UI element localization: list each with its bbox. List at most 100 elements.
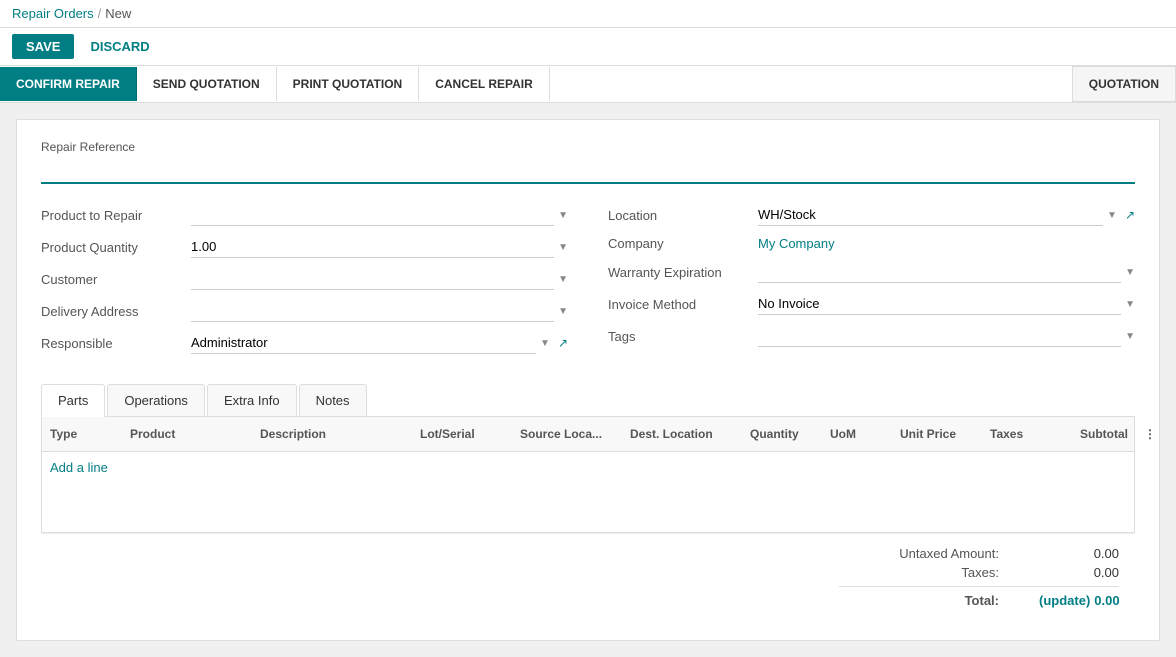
tags-arrow[interactable]: ▼	[1125, 331, 1135, 342]
col-header-taxes: Taxes	[982, 423, 1072, 445]
tags-label: Tags	[608, 329, 758, 344]
untaxed-amount-label: Untaxed Amount:	[839, 546, 999, 561]
invoice-method-input[interactable]	[758, 293, 1121, 315]
responsible-row: Responsible ▼ ↗	[41, 332, 568, 354]
add-line-button[interactable]: Add a line	[42, 452, 116, 483]
tags-field: ▼	[758, 325, 1135, 347]
product-to-repair-input[interactable]	[191, 204, 554, 226]
repair-reference-input[interactable]	[41, 158, 1135, 184]
customer-field: ▼	[191, 268, 568, 290]
table-body: Add a line	[42, 452, 1134, 532]
total-label: Total:	[839, 593, 999, 608]
customer-label: Customer	[41, 272, 191, 287]
product-quantity-row: Product Quantity ▼	[41, 236, 568, 258]
delivery-address-label: Delivery Address	[41, 304, 191, 319]
responsible-input[interactable]	[191, 332, 536, 354]
total-value: (update) 0.00	[1039, 593, 1119, 608]
responsible-external-link[interactable]: ↗	[558, 336, 568, 350]
company-value[interactable]: My Company	[758, 236, 835, 251]
invoice-method-arrow[interactable]: ▼	[1125, 299, 1135, 310]
col-header-lot-serial: Lot/Serial	[412, 423, 512, 445]
col-header-unit-price: Unit Price	[892, 423, 982, 445]
warranty-expiration-input[interactable]	[758, 261, 1121, 283]
confirm-repair-button[interactable]: CONFIRM REPAIR	[0, 67, 137, 101]
breadcrumb: Repair Orders / New	[12, 6, 131, 21]
product-quantity-input[interactable]	[191, 236, 554, 258]
col-header-source-location: Source Loca...	[512, 423, 622, 445]
action-bar: CONFIRM REPAIR SEND QUOTATION PRINT QUOT…	[0, 66, 1176, 103]
tab-notes[interactable]: Notes	[299, 384, 367, 416]
breadcrumb-link[interactable]: Repair Orders	[12, 6, 94, 21]
warranty-expiration-arrow[interactable]: ▼	[1125, 267, 1135, 278]
location-input[interactable]	[758, 204, 1103, 226]
product-to-repair-arrow[interactable]: ▼	[558, 210, 568, 221]
col-header-product: Product	[122, 423, 252, 445]
taxes-label: Taxes:	[839, 565, 999, 580]
product-quantity-arrow[interactable]: ▼	[558, 242, 568, 253]
send-quotation-button[interactable]: SEND QUOTATION	[137, 67, 277, 101]
delivery-address-arrow[interactable]: ▼	[558, 306, 568, 317]
delivery-address-input[interactable]	[191, 300, 554, 322]
responsible-arrow[interactable]: ▼	[540, 338, 550, 349]
product-to-repair-row: Product to Repair ▼	[41, 204, 568, 226]
responsible-label: Responsible	[41, 336, 191, 351]
product-to-repair-field: ▼	[191, 204, 568, 226]
invoice-method-field: ▼	[758, 293, 1135, 315]
warranty-expiration-field: ▼	[758, 261, 1135, 283]
taxes-value: 0.00	[1039, 565, 1119, 580]
tab-parts[interactable]: Parts	[41, 384, 105, 417]
product-to-repair-label: Product to Repair	[41, 208, 191, 223]
breadcrumb-current: New	[105, 6, 131, 21]
tags-row: Tags ▼	[608, 325, 1135, 347]
col-header-menu: ⋮	[1136, 423, 1156, 445]
col-header-type: Type	[42, 423, 122, 445]
total-number: 0.00	[1094, 593, 1119, 608]
form-fields-section: Product to Repair ▼ Product Quantity ▼	[41, 204, 1135, 364]
cancel-repair-button[interactable]: CANCEL REPAIR	[419, 67, 550, 101]
tab-operations[interactable]: Operations	[107, 384, 205, 416]
location-arrow[interactable]: ▼	[1107, 210, 1117, 221]
customer-arrow[interactable]: ▼	[558, 274, 568, 285]
warranty-expiration-label: Warranty Expiration	[608, 265, 758, 280]
total-row: Total: (update) 0.00	[839, 586, 1119, 608]
responsible-field: ▼ ↗	[191, 332, 568, 354]
tags-input[interactable]	[758, 325, 1121, 347]
customer-row: Customer ▼	[41, 268, 568, 290]
company-field: My Company	[758, 236, 1135, 251]
taxes-row: Taxes: 0.00	[839, 565, 1119, 580]
col-header-uom: UoM	[822, 423, 892, 445]
tabs: Parts Operations Extra Info Notes	[41, 384, 1135, 417]
location-external-link[interactable]: ↗	[1125, 208, 1135, 222]
location-field: ▼ ↗	[758, 204, 1135, 226]
repair-reference-section: Repair Reference	[41, 140, 1135, 204]
print-quotation-button[interactable]: PRINT QUOTATION	[277, 67, 420, 101]
toolbar: SAVE DISCARD	[0, 28, 1176, 66]
product-quantity-field: ▼	[191, 236, 568, 258]
col-header-subtotal: Subtotal	[1072, 423, 1136, 445]
col-header-description: Description	[252, 423, 412, 445]
delivery-address-field: ▼	[191, 300, 568, 322]
quotation-button[interactable]: QUOTATION	[1072, 66, 1176, 102]
col-header-quantity: Quantity	[742, 423, 822, 445]
untaxed-amount-value: 0.00	[1039, 546, 1119, 561]
top-bar: Repair Orders / New	[0, 0, 1176, 28]
company-label: Company	[608, 236, 758, 251]
untaxed-amount-row: Untaxed Amount: 0.00	[839, 546, 1119, 561]
location-row: Location ▼ ↗	[608, 204, 1135, 226]
company-row: Company My Company	[608, 236, 1135, 251]
tab-extra-info[interactable]: Extra Info	[207, 384, 297, 416]
repair-reference-label: Repair Reference	[41, 140, 1135, 154]
save-button[interactable]: SAVE	[12, 34, 74, 59]
form-card: Repair Reference Product to Repair ▼ Pro…	[16, 119, 1160, 641]
discard-button[interactable]: DISCARD	[82, 34, 157, 59]
invoice-method-row: Invoice Method ▼	[608, 293, 1135, 315]
table-header: Type Product Description Lot/Serial Sour…	[42, 417, 1134, 452]
main-content: Repair Reference Product to Repair ▼ Pro…	[0, 103, 1176, 657]
location-label: Location	[608, 208, 758, 223]
totals-section: Untaxed Amount: 0.00 Taxes: 0.00 Total: …	[41, 533, 1135, 620]
warranty-expiration-row: Warranty Expiration ▼	[608, 261, 1135, 283]
update-label[interactable]: (update)	[1039, 593, 1090, 608]
product-quantity-label: Product Quantity	[41, 240, 191, 255]
breadcrumb-separator: /	[98, 6, 102, 21]
customer-input[interactable]	[191, 268, 554, 290]
